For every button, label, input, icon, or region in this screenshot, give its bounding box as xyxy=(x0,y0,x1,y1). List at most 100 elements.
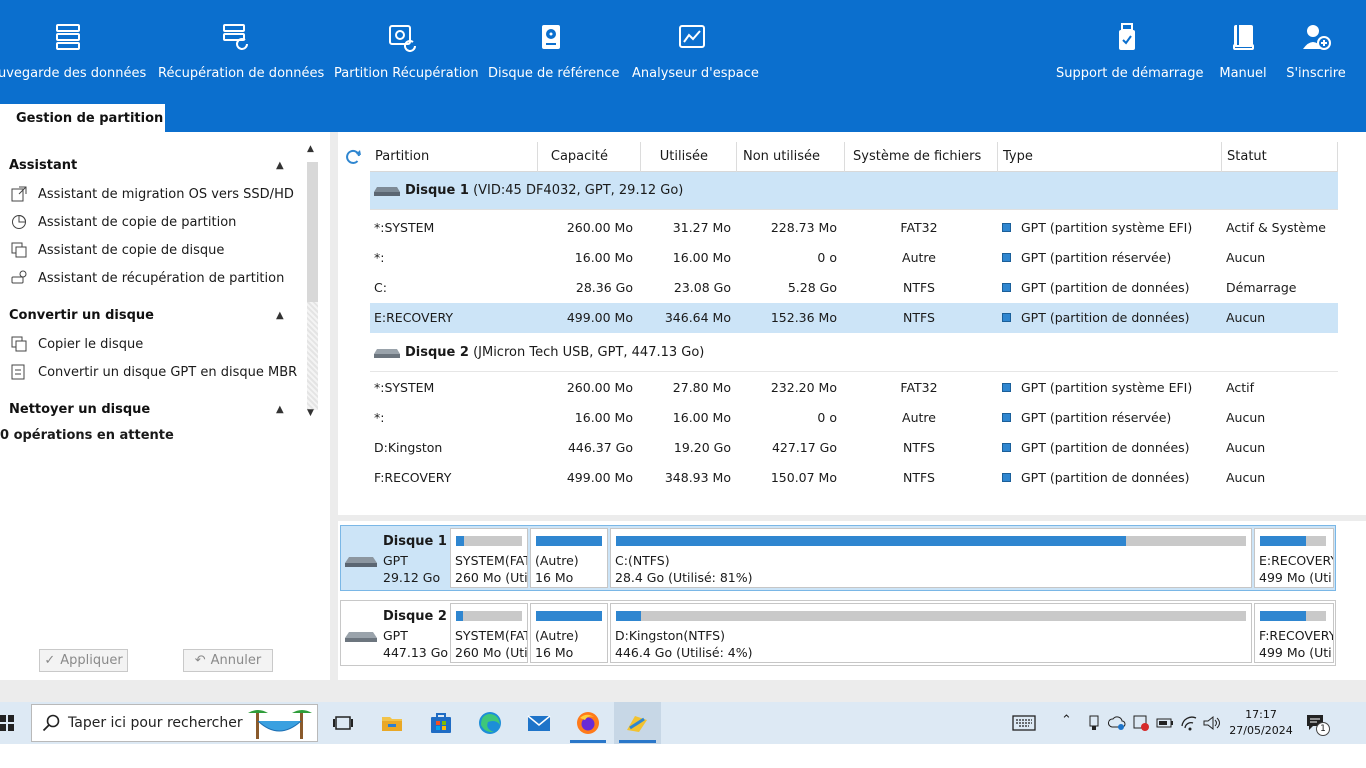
sidebar-item-migrate-os[interactable]: Assistant de migration OS vers SSD/HD xyxy=(10,184,294,204)
disk-row-2[interactable]: Disque 2 (JMicron Tech USB, GPT, 447.13 … xyxy=(370,334,1338,372)
sidebar-item-gpt-to-mbr[interactable]: Convertir un disque GPT en disque MBR xyxy=(10,362,297,382)
usage-bar-fill xyxy=(1260,611,1307,621)
diskmap-partition-block[interactable]: (Autre) 16 Mo xyxy=(530,603,608,663)
cell-used: 31.27 Mo xyxy=(672,220,731,235)
col-header-partition[interactable]: Partition xyxy=(370,142,538,172)
block-size: 16 Mo xyxy=(535,570,574,585)
space-analyzer-button[interactable]: Analyseur d'espace xyxy=(632,22,759,92)
cell-filesystem: Autre xyxy=(902,410,936,425)
table-row[interactable]: C: 28.36 Go 23.08 Go 5.28 Go NTFS GPT (p… xyxy=(370,273,1338,303)
file-explorer-icon[interactable] xyxy=(379,710,405,736)
table-row[interactable]: *:SYSTEM 260.00 Mo 27.80 Mo 232.20 Mo FA… xyxy=(370,373,1338,403)
edge-browser-icon[interactable] xyxy=(477,710,503,736)
taskbar-clock[interactable]: 17:17 27/05/2024 xyxy=(1226,707,1296,739)
usage-bar xyxy=(536,536,602,546)
disk-benchmark-button[interactable]: Disque de référence xyxy=(488,22,619,92)
table-row[interactable]: F:RECOVERY 499.00 Mo 348.93 Mo 150.07 Mo… xyxy=(370,463,1338,493)
refresh-icon[interactable] xyxy=(344,148,362,166)
col-header-used[interactable]: Utilisée xyxy=(641,142,737,172)
col-header-type[interactable]: Type xyxy=(998,142,1222,172)
backup-button[interactable]: uvegarde des données xyxy=(0,22,146,92)
copy-icon xyxy=(10,336,28,352)
sidebar-item-partition-recovery[interactable]: Assistant de récupération de partition xyxy=(10,268,284,288)
disk-name: Disque 2 xyxy=(405,345,469,360)
windows-start-icon[interactable] xyxy=(0,715,14,731)
usage-bar-fill xyxy=(536,536,602,546)
collapse-caret-icon[interactable]: ▲ xyxy=(276,160,284,171)
usb-device-icon[interactable] xyxy=(1086,715,1102,731)
scrollbar-thumb[interactable] xyxy=(307,162,318,302)
volume-icon[interactable] xyxy=(1202,714,1220,732)
section-title-convert-disk[interactable]: Convertir un disque xyxy=(9,308,154,323)
cell-capacity: 28.36 Go xyxy=(575,280,633,295)
diskmap-partition-block[interactable]: E:RECOVERY 499 Mo (Uti xyxy=(1254,528,1334,588)
col-header-filesystem[interactable]: Système de fichiers xyxy=(845,142,998,172)
diskmap-partition-block[interactable]: SYSTEM(FAT 260 Mo (Uti xyxy=(450,528,528,588)
hard-disk-icon xyxy=(374,187,400,196)
sidebar-item-copy-whole-disk[interactable]: Copier le disque xyxy=(10,334,143,354)
col-header-status[interactable]: Statut xyxy=(1222,142,1338,172)
disk-row-1[interactable]: Disque 1 (VID:45 DF4032, GPT, 29.12 Go) xyxy=(370,172,1338,210)
firefox-icon[interactable] xyxy=(575,710,601,736)
table-row[interactable]: D:Kingston 446.37 Go 19.20 Go 427.17 Go … xyxy=(370,433,1338,463)
section-title-clean-disk[interactable]: Nettoyer un disque xyxy=(9,402,150,417)
partition-type-swatch xyxy=(1002,443,1011,452)
taskbar-search-box[interactable]: Taper ici pour rechercher xyxy=(31,704,318,742)
diskmap-disk-2[interactable]: Disque 2 GPT 447.13 Go SYSTEM(FAT 260 Mo… xyxy=(340,600,1336,666)
data-recovery-button[interactable]: Récupération de données xyxy=(158,22,324,92)
wifi-icon[interactable] xyxy=(1180,714,1198,732)
register-button[interactable]: S'inscrire xyxy=(1284,22,1348,92)
disk-detail: (VID:45 DF4032, GPT, 29.12 Go) xyxy=(473,183,684,198)
partition-recovery-button[interactable]: Partition Récupération xyxy=(334,22,479,92)
collapse-caret-icon[interactable]: ▲ xyxy=(276,404,284,415)
usage-bar xyxy=(616,536,1246,546)
table-row-selected[interactable]: E:RECOVERY 499.00 Mo 346.64 Mo 152.36 Mo… xyxy=(370,303,1338,333)
diskmap-disk-1[interactable]: Disque 1 GPT 29.12 Go SYSTEM(FAT 260 Mo … xyxy=(340,525,1336,591)
security-alert-icon[interactable] xyxy=(1132,714,1150,732)
usage-bar-fill xyxy=(616,611,642,621)
table-row[interactable]: *:SYSTEM 260.00 Mo 31.27 Mo 228.73 Mo FA… xyxy=(370,213,1338,243)
cloud-sync-icon[interactable] xyxy=(1108,715,1126,731)
undo-icon: ↶ xyxy=(194,653,206,668)
tab-partition-management[interactable]: Gestion de partition xyxy=(0,104,165,132)
usage-bar xyxy=(456,536,522,546)
active-app-highlight[interactable] xyxy=(614,702,661,744)
col-header-unused[interactable]: Non utilisée xyxy=(737,142,845,172)
undo-button[interactable]: ↶ Annuler xyxy=(183,649,273,672)
notification-center-button[interactable]: 1 xyxy=(1304,713,1330,739)
pane-splitter[interactable] xyxy=(338,515,1366,521)
mail-icon[interactable] xyxy=(526,710,552,736)
diskmap-partition-block[interactable]: F:RECOVERY 499 Mo (Uti xyxy=(1254,603,1334,663)
bootable-media-button[interactable]: Support de démarrage xyxy=(1056,22,1203,92)
sidebar-item-label: Copier le disque xyxy=(38,336,144,352)
diskmap-partition-block[interactable]: SYSTEM(FAT 260 Mo (Uti xyxy=(450,603,528,663)
manual-label: Manuel xyxy=(1219,66,1267,81)
task-view-icon[interactable] xyxy=(330,710,356,736)
sidebar-item-copy-disk[interactable]: Assistant de copie de disque xyxy=(10,240,224,260)
partition-type-swatch xyxy=(1002,283,1011,292)
table-row[interactable]: *: 16.00 Mo 16.00 Mo 0 o Autre GPT (part… xyxy=(370,243,1338,273)
diskmap-partition-block[interactable]: C:(NTFS) 28.4 Go (Utilisé: 81%) xyxy=(610,528,1252,588)
manual-button[interactable]: Manuel xyxy=(1214,22,1272,92)
scroll-up-icon[interactable]: ▲ xyxy=(307,144,314,154)
diskmap-partition-block[interactable]: D:Kingston(NTFS) 446.4 Go (Utilisé: 4%) xyxy=(610,603,1252,663)
panel-splitter[interactable] xyxy=(330,132,338,680)
sidebar-scrollbar[interactable]: ▲ ▼ xyxy=(305,144,320,420)
microsoft-store-icon[interactable] xyxy=(428,710,454,736)
scroll-down-icon[interactable]: ▼ xyxy=(307,408,314,418)
cell-type: GPT (partition réservée) xyxy=(1021,250,1172,265)
sidebar-item-copy-partition[interactable]: Assistant de copie de partition xyxy=(10,212,236,232)
cell-capacity: 260.00 Mo xyxy=(566,380,633,395)
cell-status: Aucun xyxy=(1226,310,1266,325)
table-row[interactable]: *: 16.00 Mo 16.00 Mo 0 o Autre GPT (part… xyxy=(370,403,1338,433)
battery-plug-icon[interactable] xyxy=(1156,715,1174,731)
diskmap-partition-block[interactable]: (Autre) 16 Mo xyxy=(530,528,608,588)
tray-overflow-chevron-icon[interactable]: ⌃ xyxy=(1061,713,1072,728)
apply-button[interactable]: ✓ Appliquer xyxy=(39,649,128,672)
collapse-caret-icon[interactable]: ▲ xyxy=(276,310,284,321)
col-header-capacity[interactable]: Capacité xyxy=(538,142,641,172)
section-title-assistant[interactable]: Assistant xyxy=(9,158,77,173)
keyboard-icon[interactable] xyxy=(1012,714,1036,732)
cell-used: 27.80 Mo xyxy=(672,380,731,395)
disk-benchmark-icon xyxy=(542,25,560,49)
